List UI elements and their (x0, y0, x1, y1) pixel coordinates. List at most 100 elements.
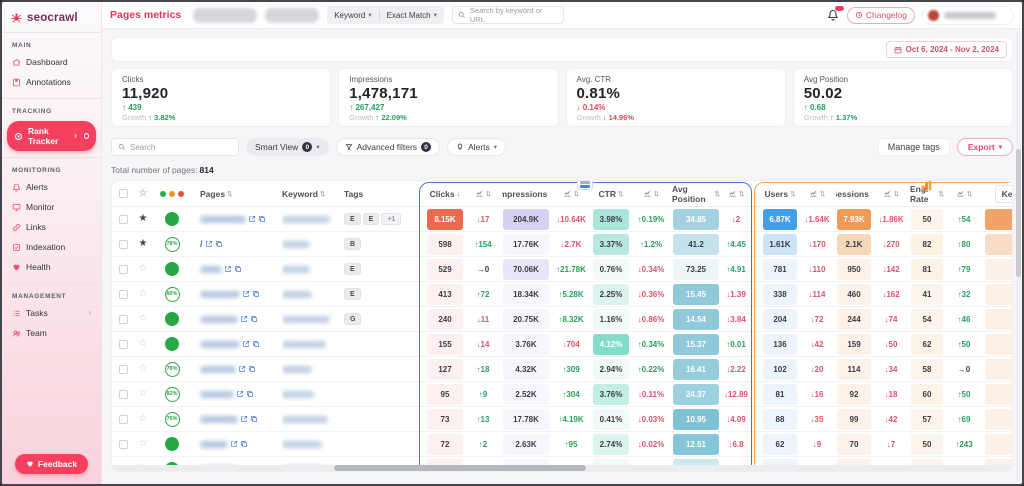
sidebar-item-monitor[interactable]: Monitor (2, 197, 101, 217)
column-header-impressions[interactable]: Impressions (502, 189, 547, 199)
row-checkbox[interactable] (118, 414, 128, 424)
sort-icon[interactable]: ⇅ (790, 190, 795, 198)
page-url-blurred[interactable] (200, 365, 236, 373)
column-header-cutoff[interactable]: Ke (994, 184, 1012, 203)
sort-icon[interactable]: ⇅ (227, 190, 232, 198)
topbar-search-input[interactable]: Search by keyword or URL (451, 6, 564, 24)
sidebar-item-alerts[interactable]: Alerts (2, 177, 101, 197)
external-link-icon[interactable] (236, 390, 244, 398)
external-link-icon[interactable] (240, 315, 248, 323)
copy-icon[interactable] (248, 365, 256, 373)
tag-chip[interactable]: E (344, 288, 361, 300)
sort-icon[interactable]: ⇅ (820, 190, 825, 198)
sort-icon[interactable]: ⇅ (486, 190, 491, 198)
chart-icon[interactable] (475, 189, 484, 198)
sort-icon[interactable]: ⇅ (618, 190, 623, 198)
sidebar-item-dashboard[interactable]: Dashboard (2, 52, 101, 72)
external-link-icon[interactable] (230, 440, 238, 448)
row-checkbox[interactable] (118, 214, 128, 224)
sort-icon[interactable]: ⇅ (894, 190, 899, 198)
sidebar-item-links[interactable]: Links (2, 217, 101, 237)
table-row[interactable]: ☆ 155 ↓14 3.76K ↓704 4.12% ↑0.34% 15.37 ↑0.01 136… (112, 332, 1012, 357)
table-row[interactable]: ☆ G 240 ↓11 20.75K ↑8.32K 1.16% ↓0.86% 14.54 ↓3.8… (112, 307, 1012, 332)
copy-icon[interactable] (240, 440, 248, 448)
table-row[interactable]: ★ 78% / B 598 ↑154 17.76K ↓2.7K 3.37% ↑1.2% 41.2 ↑4… (112, 232, 1012, 257)
page-url-blurred[interactable] (200, 290, 240, 298)
tag-chip[interactable]: E (344, 263, 361, 275)
star-toggle[interactable]: ☆ (139, 289, 148, 299)
notifications-button[interactable] (827, 5, 845, 22)
row-checkbox[interactable] (118, 439, 128, 449)
sidebar-item-indexation[interactable]: Indexation (2, 237, 101, 257)
star-toggle[interactable]: ☆ (139, 339, 148, 349)
column-header-ctr[interactable]: CTR (599, 189, 616, 199)
chart-icon[interactable] (956, 189, 965, 198)
chart-icon[interactable] (728, 189, 737, 198)
column-header-sessions[interactable]: Sessions (836, 189, 869, 199)
row-checkbox[interactable] (118, 239, 128, 249)
copy-icon[interactable] (234, 265, 242, 273)
sidebar-item-annotations[interactable]: Annotations (2, 72, 101, 92)
date-range-picker[interactable]: Oct 6, 2024 - Nov 2, 2024 (885, 41, 1007, 58)
page-url[interactable]: / (200, 239, 203, 249)
star-toggle[interactable]: ☆ (139, 389, 148, 399)
blurred-control[interactable] (193, 7, 258, 23)
row-checkbox[interactable] (118, 364, 128, 374)
scrollbar-thumb[interactable] (1016, 149, 1021, 277)
star-column-header[interactable]: ☆ (139, 188, 148, 199)
page-url-blurred[interactable] (200, 315, 238, 323)
copy-icon[interactable] (252, 340, 260, 348)
page-url-blurred[interactable] (200, 340, 240, 348)
star-toggle[interactable]: ☆ (139, 264, 148, 274)
sort-icon[interactable]: ⇅ (574, 190, 579, 198)
star-toggle[interactable]: ★ (139, 214, 148, 224)
copy-icon[interactable] (258, 215, 266, 223)
column-header-clicks[interactable]: Clicks (430, 189, 455, 199)
table-row[interactable]: ☆ 82% 95 ↑9 2.52K ↑304 3.76% ↓0.11% 24.37 ↓12.89 8… (112, 382, 1012, 407)
external-link-icon[interactable] (242, 340, 250, 348)
sidebar-item-health[interactable]: Health (2, 257, 101, 277)
sort-icon[interactable]: ⇅ (739, 190, 744, 198)
smart-view-dropdown[interactable]: Smart View 0 ▾ (246, 138, 329, 156)
changelog-button[interactable]: Changelog (846, 6, 915, 24)
chart-icon[interactable] (643, 189, 652, 198)
advanced-filters-button[interactable]: Advanced filters 0 (335, 138, 441, 156)
star-toggle[interactable]: ☆ (139, 414, 148, 424)
horizontal-scrollbar[interactable] (112, 465, 1012, 471)
external-link-icon[interactable] (205, 240, 213, 248)
table-search-input[interactable]: Search (111, 138, 239, 156)
tag-chip[interactable]: E (362, 213, 380, 225)
table-row[interactable]: ☆ E 529 →0 70.06K ↑21.78K 0.76% ↓0.34% 73.25 ↑4.9… (112, 257, 1012, 282)
tag-chip[interactable]: +1 (381, 213, 402, 225)
sort-icon[interactable]: ⇅ (654, 190, 659, 198)
star-toggle[interactable]: ☆ (139, 439, 148, 449)
row-checkbox[interactable] (118, 289, 128, 299)
external-link-icon[interactable] (242, 290, 250, 298)
column-header-keyword[interactable]: Keyword (282, 189, 318, 199)
page-url-blurred[interactable] (200, 390, 234, 398)
alerts-dropdown[interactable]: Alerts ▾ (447, 138, 507, 156)
sort-desc-icon[interactable]: ↓ (457, 189, 461, 198)
page-url-blurred[interactable] (200, 415, 238, 423)
table-row[interactable]: ★ E E +1 8.15K ↓17 204.9K ↓10.64K 3.98% ↑0.19% 34.… (112, 207, 1012, 232)
chart-icon[interactable] (809, 189, 818, 198)
external-link-icon[interactable] (238, 365, 246, 373)
star-toggle[interactable]: ☆ (139, 364, 148, 374)
copy-icon[interactable] (215, 240, 223, 248)
export-button[interactable]: Export ▾ (956, 138, 1013, 156)
scrollbar-thumb[interactable] (334, 465, 586, 471)
match-dropdown[interactable]: Exact Match ▾ (380, 11, 444, 20)
feedback-button[interactable]: Feedback (15, 454, 88, 474)
row-checkbox[interactable] (118, 314, 128, 324)
tag-chip[interactable]: G (344, 313, 362, 325)
column-header-avg-position[interactable]: Avg Position (672, 184, 713, 204)
tag-chip[interactable]: B (344, 238, 362, 250)
sidebar-item-tasks[interactable]: Tasks › (2, 303, 101, 323)
user-menu[interactable] (922, 5, 1014, 25)
vertical-scrollbar[interactable] (1016, 31, 1021, 482)
star-toggle[interactable]: ☆ (139, 314, 148, 324)
table-row[interactable]: ☆ 80% E 413 ↑72 18.34K ↑5.28K 2.25% ↓0.36% 15.45 ↓… (112, 282, 1012, 307)
tag-chip[interactable]: E (344, 213, 361, 225)
row-checkbox[interactable] (118, 339, 128, 349)
table-row[interactable]: ☆ 78% 127 ↑18 4.32K ↑309 2.94% ↑0.22% 16.41 ↓2.22… (112, 357, 1012, 382)
